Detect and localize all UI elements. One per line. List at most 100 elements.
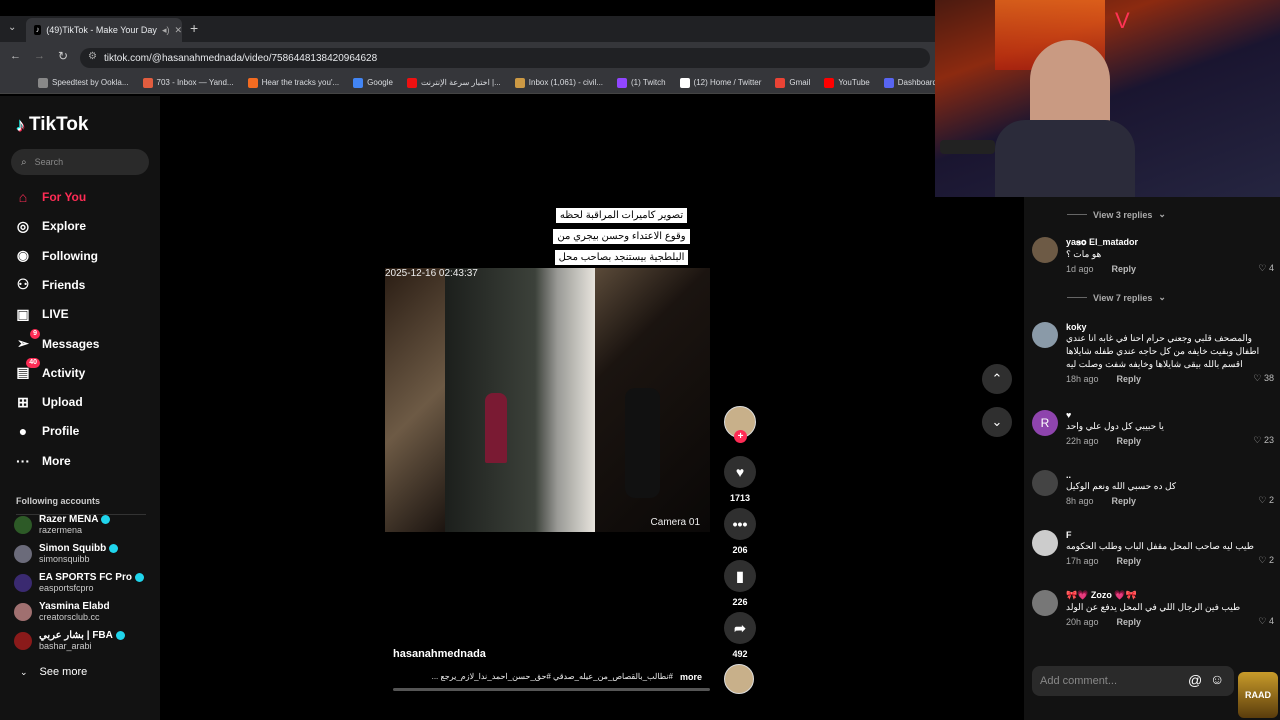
following-account[interactable]: EA SPORTS FC Pro easportsfcpro xyxy=(14,572,144,593)
following-account[interactable]: Yasmina Elabd creatorsclub.cc xyxy=(14,601,110,622)
avatar[interactable] xyxy=(1032,237,1058,263)
bookmark-item[interactable]: Gmail xyxy=(775,77,810,88)
comment-like-button[interactable]: ♡ 2 xyxy=(1258,555,1274,566)
search-input[interactable]: ⌕ Search xyxy=(11,149,149,175)
reply-button[interactable]: Reply xyxy=(1117,617,1142,627)
comment-like-button[interactable]: ♡ 38 xyxy=(1253,373,1274,384)
nav-item-for-you[interactable]: ⌂ For You xyxy=(14,188,86,206)
follow-plus-icon[interactable]: + xyxy=(734,430,747,443)
chevron-down-icon: ⌄ xyxy=(1158,209,1166,219)
bookmark-item[interactable]: Inbox (1,061) - civil... xyxy=(514,77,603,88)
avatar[interactable] xyxy=(1032,322,1058,348)
nav-item-activity[interactable]: ▤ 40 Activity xyxy=(14,357,85,382)
nav-item-following[interactable]: ◉ Following xyxy=(14,247,98,265)
comment-author[interactable]: ♥ xyxy=(1066,410,1272,420)
forward-icon[interactable]: → xyxy=(34,50,45,62)
comment-meta: 1d ago Reply xyxy=(1066,264,1272,274)
save-button[interactable]: ▮ 226 xyxy=(724,560,756,607)
tab-close-icon[interactable]: ✕ xyxy=(174,25,182,36)
comment-button[interactable]: ••• 206 xyxy=(724,508,756,555)
new-tab-icon[interactable]: + xyxy=(190,20,198,36)
comment-like-button[interactable]: ♡ 4 xyxy=(1258,263,1274,274)
reload-icon[interactable]: ↻ xyxy=(58,49,68,63)
url-field[interactable]: ⚙ tiktok.com/@hasanahmednada/video/75864… xyxy=(80,48,930,68)
avatar[interactable]: R xyxy=(1032,410,1058,436)
tiktok-logo[interactable]: ♪ TikTok xyxy=(16,114,88,136)
following-icon: ◉ xyxy=(16,247,30,264)
comment-author[interactable]: .. xyxy=(1066,470,1272,480)
like-button[interactable]: ♥ 1713 xyxy=(724,456,756,503)
bookmark-label: (12) Home / Twitter xyxy=(693,78,762,87)
back-icon[interactable]: ← xyxy=(10,50,21,62)
view-replies-button[interactable]: View 7 replies ⌄ xyxy=(1067,292,1166,303)
comment-like-button[interactable]: ♡ 4 xyxy=(1258,616,1274,627)
bookmark-item[interactable]: Dashboard - Rest xyxy=(883,77,935,88)
nav-item-messages[interactable]: ➢ 9 Messages xyxy=(14,328,99,353)
verified-badge-icon xyxy=(134,572,144,582)
sound-disc-button[interactable] xyxy=(724,664,756,694)
bookmark-item[interactable]: Hear the tracks you'... xyxy=(247,77,339,88)
bookmark-item[interactable]: (1) Twitch xyxy=(617,77,666,88)
bookmark-item[interactable]: Speedtest by Ookla... xyxy=(38,77,129,88)
following-account[interactable]: بشار عربي | FBA bashar_arabi xyxy=(14,630,125,651)
bookmark-item[interactable]: 703 - Inbox — Yand... xyxy=(142,77,234,88)
comment-author[interactable]: F xyxy=(1066,530,1272,540)
nav-item-live[interactable]: ▣ LIVE xyxy=(14,305,68,323)
chevron-down-icon: ⌄ xyxy=(1158,292,1166,302)
nav-item-friends[interactable]: ⚇ Friends xyxy=(14,276,86,294)
reply-button[interactable]: Reply xyxy=(1117,436,1142,446)
comment-author[interactable]: ya𝐬𝐨 El_matador xyxy=(1066,237,1272,248)
following-account[interactable]: Razer MENA razermena xyxy=(14,514,111,535)
browser-tab-tiktok[interactable]: ♪ (49)TikTok - Make Your Day ◂) ✕ xyxy=(26,18,182,42)
bookmark-item[interactable]: (12) Home / Twitter xyxy=(679,77,762,88)
video-description: #نطالب_بالقصاص_من_عيله_صدقي #حق_حسن_احمد… xyxy=(431,672,673,681)
like-count: 1713 xyxy=(729,493,751,503)
view-replies-button[interactable]: View 3 replies ⌄ xyxy=(1067,209,1166,220)
tab-list-chevron-icon[interactable]: ⌄ xyxy=(8,22,16,33)
speaker-icon[interactable]: ◂) xyxy=(162,25,170,36)
more-link[interactable]: more xyxy=(680,672,702,682)
avatar[interactable] xyxy=(1032,590,1058,616)
bookmark-item[interactable]: اختبار سرعة الإنترنت |... xyxy=(406,77,501,88)
reply-button[interactable]: Reply xyxy=(1117,374,1142,384)
bookmark-favicon-icon xyxy=(353,77,364,88)
see-more-button[interactable]: ⌄ See more xyxy=(20,666,87,678)
creator-avatar-button[interactable]: + xyxy=(724,406,756,443)
comment-author[interactable]: koky xyxy=(1066,322,1272,332)
share-button[interactable]: ➦ 492 xyxy=(724,612,756,659)
nav-item-upload[interactable]: ⊞ Upload xyxy=(14,393,83,411)
comment-meta: 17h ago Reply xyxy=(1066,556,1272,566)
comment-item: .. كل ده حسبي الله ونعم الوكيل 8h ago Reply… xyxy=(1032,470,1274,506)
comment-like-button[interactable]: ♡ 2 xyxy=(1258,495,1274,506)
comment-time: 8h ago xyxy=(1066,496,1094,506)
comment-like-button[interactable]: ♡ 23 xyxy=(1253,435,1274,446)
video-progress-bar[interactable] xyxy=(393,688,710,691)
video-player[interactable]: 2025-12-16 02:43:37 Camera 01 xyxy=(385,268,710,532)
next-video-button[interactable]: ⌄ xyxy=(982,407,1012,437)
bookmark-item[interactable]: YouTube xyxy=(824,77,870,88)
reply-button[interactable]: Reply xyxy=(1112,496,1137,506)
reply-button[interactable]: Reply xyxy=(1112,264,1137,274)
tiktok-wordmark: TikTok xyxy=(29,114,89,135)
avatar[interactable] xyxy=(1032,530,1058,556)
bookmark-item[interactable]: Google xyxy=(353,77,393,88)
reply-button[interactable]: Reply xyxy=(1117,556,1142,566)
comment-author[interactable]: 🎀💗 Zozo 💗🎀 xyxy=(1066,590,1272,601)
avatar[interactable] xyxy=(1032,470,1058,496)
nav-item-more[interactable]: ··· More xyxy=(14,452,71,470)
streamer-body xyxy=(995,120,1135,197)
emoji-icon[interactable]: ☺ xyxy=(1210,671,1224,687)
nav-item-profile[interactable]: ● Profile xyxy=(14,422,80,440)
previous-video-button[interactable]: ⌃ xyxy=(982,364,1012,394)
mention-icon[interactable]: @ xyxy=(1188,672,1202,688)
following-account[interactable]: Simon Squibb simonsquibb xyxy=(14,543,119,564)
nav-label: Profile xyxy=(42,424,80,439)
site-info-icon[interactable]: ⚙ xyxy=(88,51,97,62)
comment-meta: 18h ago Reply xyxy=(1066,374,1272,384)
video-author[interactable]: hasanahmednada xyxy=(393,648,486,660)
comment-like-count: 2 xyxy=(1268,555,1274,565)
add-comment-input[interactable]: Add comment... @ ☺ xyxy=(1032,666,1234,696)
chevron-up-icon: ⌃ xyxy=(991,371,1003,386)
bookmarks-bar: Speedtest by Ookla... 703 - Inbox — Yand.… xyxy=(0,72,935,94)
nav-item-explore[interactable]: ◎ Explore xyxy=(14,217,86,235)
